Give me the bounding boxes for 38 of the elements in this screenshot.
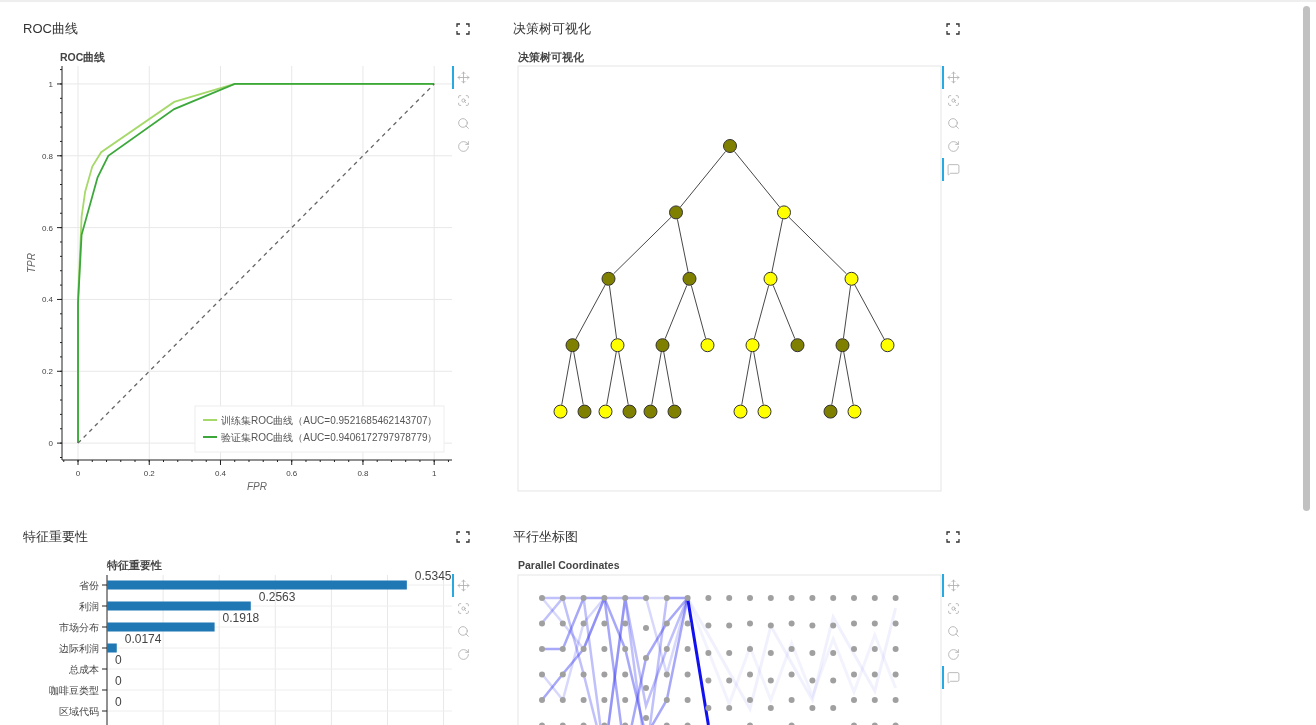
value-label: 0 <box>115 674 122 688</box>
panel-title: 特征重要性 <box>23 528 88 546</box>
plot-title: 决策树可视化 <box>518 51 584 63</box>
category-label: 总成本 <box>69 664 99 675</box>
value-label: 0.2563 <box>258 590 296 604</box>
legend-label: 验证集ROC曲线（AUC=0.9406172797978779） <box>221 432 438 443</box>
tick-label: 0 <box>48 439 53 449</box>
axis-label: FPR <box>247 481 267 492</box>
panel-title: ROC曲线 <box>23 20 78 38</box>
plot-title: 特征重要性 <box>107 559 162 571</box>
tick-label: 0.8 <box>41 151 53 161</box>
value-label: 0 <box>115 695 122 709</box>
category-label: 边际利润 <box>59 643 99 654</box>
value-label: 0.0174 <box>124 632 162 646</box>
tick-label: 0.6 <box>41 223 53 233</box>
value-label: 0.5345 <box>414 569 452 583</box>
category-label: 市场分布 <box>59 622 99 633</box>
tick-label: 1 <box>48 79 53 89</box>
value-label: 0 <box>115 653 122 667</box>
category-label: 区域代码 <box>59 706 99 717</box>
category-label: 咖啡豆类型 <box>49 685 99 696</box>
legend-label: 训练集ROC曲线（AUC=0.9521685462143707） <box>221 415 438 426</box>
tick-label: 0.4 <box>214 469 227 478</box>
panel-title: 决策树可视化 <box>513 20 591 38</box>
tick-label: 0 <box>75 469 81 478</box>
plot-title: ROC曲线 <box>60 51 106 63</box>
panel-title: 平行坐标图 <box>513 528 578 546</box>
tick-label: 0.6 <box>286 469 298 478</box>
category-label: 省份 <box>79 580 99 591</box>
value-label: 0.1918 <box>222 611 260 625</box>
category-label: 利润 <box>79 601 99 612</box>
tick-label: 1 <box>431 469 437 478</box>
tick-label: 0.8 <box>357 469 369 478</box>
axis-label: TPR <box>26 253 37 273</box>
tick-label: 0.2 <box>41 367 53 377</box>
tick-label: 0.2 <box>143 469 155 478</box>
tick-label: 0.4 <box>41 295 53 305</box>
plot-title: Parallel Coordinates <box>518 559 620 571</box>
